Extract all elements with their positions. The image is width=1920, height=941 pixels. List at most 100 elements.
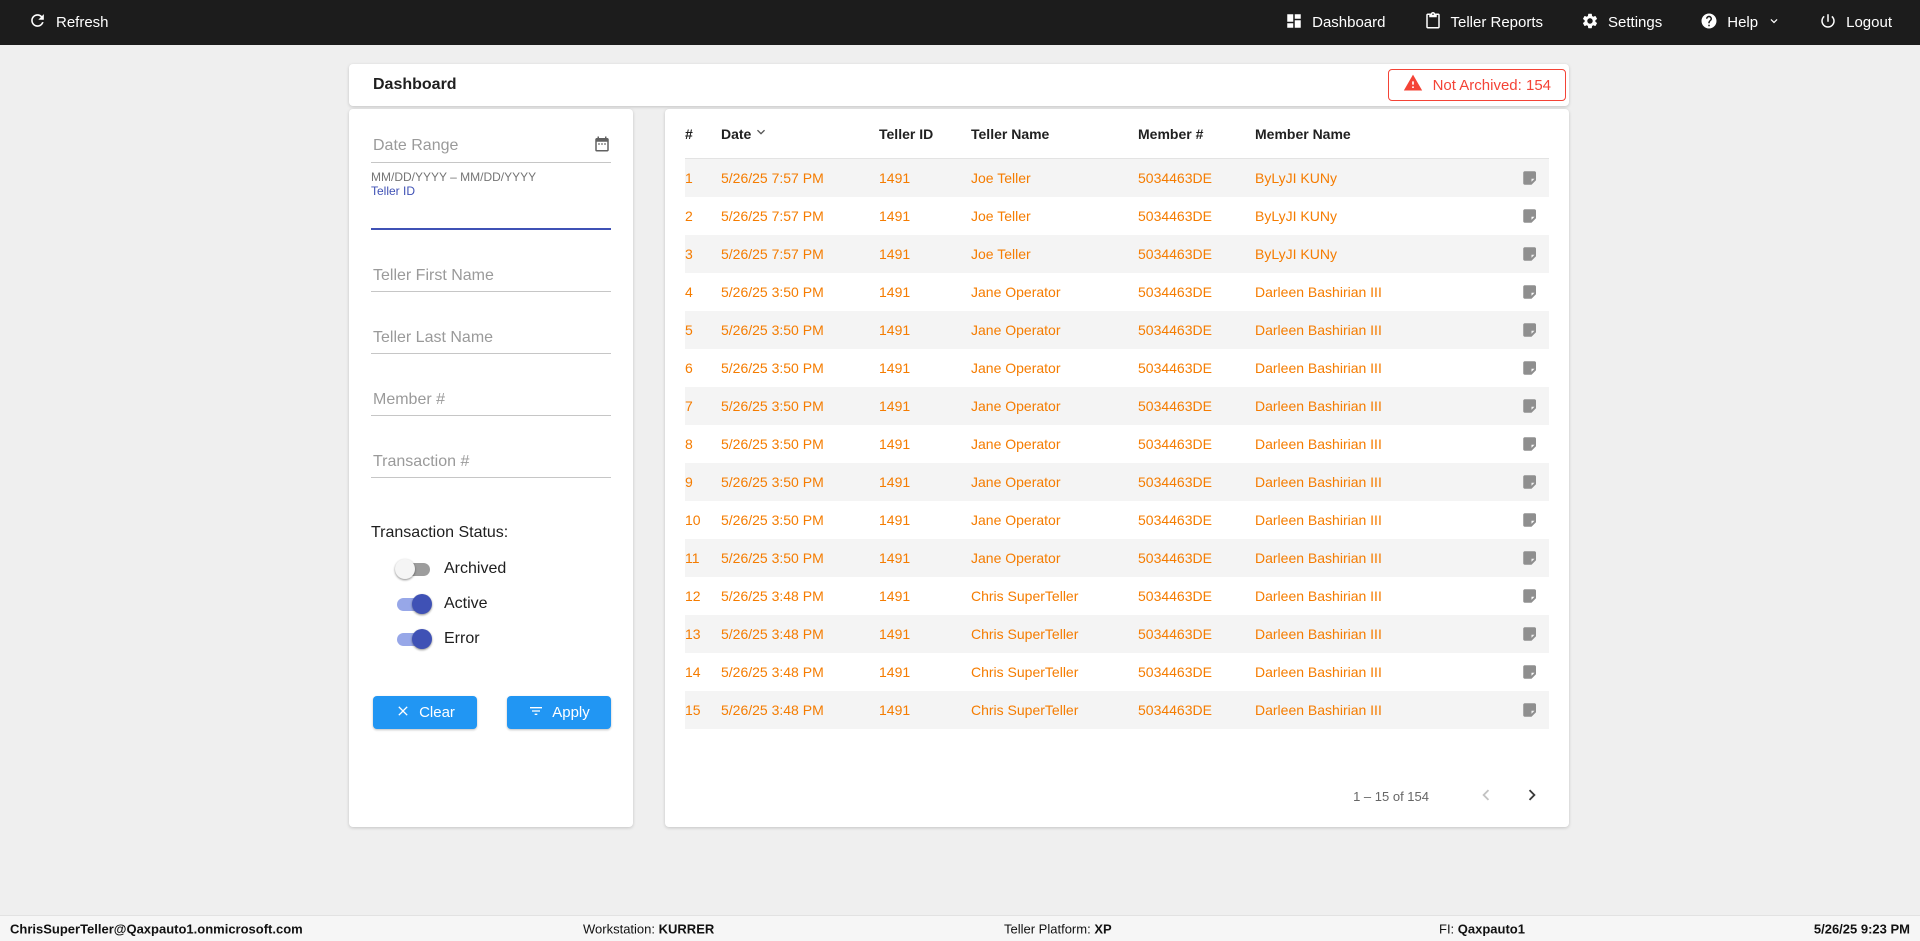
- note-icon[interactable]: [1521, 283, 1549, 301]
- note-icon[interactable]: [1521, 701, 1549, 719]
- teller-id-input[interactable]: [371, 198, 611, 230]
- cell-date: 5/26/25 3:50 PM: [721, 512, 824, 528]
- next-page-button[interactable]: [1517, 780, 1547, 813]
- table-row[interactable]: 12 5/26/25 3:48 PM 1491 Chris SuperTelle…: [685, 577, 1549, 615]
- transactions-table-card: # Date Teller ID Teller Name Member # Me…: [665, 109, 1569, 827]
- cell-member-name: Darleen Bashirian III: [1255, 474, 1382, 490]
- toggle-archived-switch: [395, 559, 432, 579]
- chevron-down-icon: [1767, 14, 1781, 32]
- table-row[interactable]: 15 5/26/25 3:48 PM 1491 Chris SuperTelle…: [685, 691, 1549, 729]
- logged-in-user: ChrisSuperTeller@Qaxpauto1.onmicrosoft.c…: [10, 921, 303, 936]
- teller-platform-label: Teller Platform:: [1004, 921, 1091, 936]
- column-header-teller-id[interactable]: Teller ID: [879, 126, 971, 142]
- main-content: Dashboard Not Archived: 154 MM/DD/YYYY –…: [349, 64, 1569, 827]
- toggle-error-switch: [395, 629, 432, 649]
- nav-logout[interactable]: Logout: [1817, 6, 1894, 40]
- note-icon[interactable]: [1521, 663, 1549, 681]
- date-range-input[interactable]: [371, 135, 593, 156]
- cell-row-number: 12: [685, 588, 701, 604]
- workstation-value: KURRER: [658, 921, 715, 936]
- cell-teller-id: 1491: [879, 550, 911, 566]
- nav-teller-reports[interactable]: Teller Reports: [1422, 6, 1546, 40]
- cell-teller-id: 1491: [879, 512, 911, 528]
- toggle-active[interactable]: Active: [395, 593, 611, 615]
- table-row[interactable]: 13 5/26/25 3:48 PM 1491 Chris SuperTelle…: [685, 615, 1549, 653]
- cell-row-number: 4: [685, 284, 693, 300]
- page-header-card: Dashboard Not Archived: 154: [349, 64, 1569, 106]
- not-archived-label: Not Archived: 154: [1432, 76, 1551, 94]
- note-icon[interactable]: [1521, 549, 1549, 567]
- table-row[interactable]: 9 5/26/25 3:50 PM 1491 Jane Operator 503…: [685, 463, 1549, 501]
- status-bar: ChrisSuperTeller@Qaxpauto1.onmicrosoft.c…: [0, 915, 1920, 941]
- cell-teller-id: 1491: [879, 322, 911, 338]
- cell-date: 5/26/25 3:48 PM: [721, 664, 824, 680]
- cell-teller-id: 1491: [879, 436, 911, 452]
- note-icon[interactable]: [1521, 321, 1549, 339]
- note-icon[interactable]: [1521, 587, 1549, 605]
- table-row[interactable]: 14 5/26/25 3:48 PM 1491 Chris SuperTelle…: [685, 653, 1549, 691]
- note-icon[interactable]: [1521, 245, 1549, 263]
- cell-member-name: Darleen Bashirian III: [1255, 436, 1382, 452]
- filter-actions: Clear Apply: [371, 696, 611, 729]
- cell-row-number: 13: [685, 626, 701, 642]
- table-row[interactable]: 4 5/26/25 3:50 PM 1491 Jane Operator 503…: [685, 273, 1549, 311]
- table-row[interactable]: 11 5/26/25 3:50 PM 1491 Jane Operator 50…: [685, 539, 1549, 577]
- note-icon[interactable]: [1521, 625, 1549, 643]
- cell-member-name: Darleen Bashirian III: [1255, 360, 1382, 376]
- cell-date: 5/26/25 3:50 PM: [721, 398, 824, 414]
- cell-member-number: 5034463DE: [1138, 512, 1212, 528]
- calendar-button[interactable]: [593, 135, 611, 156]
- column-header-teller-name[interactable]: Teller Name: [971, 126, 1138, 142]
- cell-teller-id: 1491: [879, 208, 911, 224]
- refresh-button[interactable]: Refresh: [26, 5, 111, 40]
- member-number-input[interactable]: [371, 384, 611, 416]
- teller-first-name-input[interactable]: [371, 260, 611, 292]
- cell-teller-id: 1491: [879, 474, 911, 490]
- column-header-date[interactable]: Date: [721, 124, 879, 143]
- table-row[interactable]: 1 5/26/25 7:57 PM 1491 Joe Teller 503446…: [685, 159, 1549, 197]
- toggle-error[interactable]: Error: [395, 628, 611, 650]
- clear-button[interactable]: Clear: [373, 696, 477, 729]
- teller-id-label: Teller ID: [371, 184, 416, 198]
- nav-settings[interactable]: Settings: [1579, 6, 1664, 40]
- cell-member-number: 5034463DE: [1138, 322, 1212, 338]
- note-icon[interactable]: [1521, 511, 1549, 529]
- table-row[interactable]: 7 5/26/25 3:50 PM 1491 Jane Operator 503…: [685, 387, 1549, 425]
- note-icon[interactable]: [1521, 359, 1549, 377]
- note-icon[interactable]: [1521, 169, 1549, 187]
- cell-date: 5/26/25 3:50 PM: [721, 322, 824, 338]
- workstation-label: Workstation:: [583, 921, 656, 936]
- fi-info: FI: Qaxpauto1: [1439, 921, 1525, 936]
- power-icon: [1819, 12, 1837, 34]
- table-row[interactable]: 6 5/26/25 3:50 PM 1491 Jane Operator 503…: [685, 349, 1549, 387]
- column-header-member-num[interactable]: Member #: [1138, 126, 1255, 142]
- note-icon[interactable]: [1521, 435, 1549, 453]
- table-body: 1 5/26/25 7:57 PM 1491 Joe Teller 503446…: [685, 159, 1549, 729]
- column-header-member-name[interactable]: Member Name: [1255, 126, 1521, 142]
- previous-page-button[interactable]: [1471, 780, 1501, 813]
- teller-id-field: Teller ID: [371, 184, 611, 230]
- warning-triangle-icon: [1403, 73, 1423, 97]
- table-row[interactable]: 3 5/26/25 7:57 PM 1491 Joe Teller 503446…: [685, 235, 1549, 273]
- nav-dashboard[interactable]: Dashboard: [1283, 6, 1387, 40]
- cell-member-name: Darleen Bashirian III: [1255, 702, 1382, 718]
- cell-member-name: ByLyJI KUNy: [1255, 208, 1337, 224]
- teller-last-name-input[interactable]: [371, 322, 611, 354]
- toggle-archived[interactable]: Archived: [395, 558, 611, 580]
- table-row[interactable]: 10 5/26/25 3:50 PM 1491 Jane Operator 50…: [685, 501, 1549, 539]
- table-row[interactable]: 5 5/26/25 3:50 PM 1491 Jane Operator 503…: [685, 311, 1549, 349]
- nav-logout-label: Logout: [1846, 14, 1892, 31]
- table-row[interactable]: 8 5/26/25 3:50 PM 1491 Jane Operator 503…: [685, 425, 1549, 463]
- fi-value: Qaxpauto1: [1457, 921, 1525, 936]
- apply-button-label: Apply: [552, 704, 590, 721]
- cell-row-number: 8: [685, 436, 693, 452]
- note-icon[interactable]: [1521, 397, 1549, 415]
- table-row[interactable]: 2 5/26/25 7:57 PM 1491 Joe Teller 503446…: [685, 197, 1549, 235]
- nav-help-label: Help: [1727, 14, 1759, 31]
- note-icon[interactable]: [1521, 207, 1549, 225]
- transaction-number-input[interactable]: [371, 446, 611, 478]
- apply-button[interactable]: Apply: [507, 696, 611, 729]
- note-icon[interactable]: [1521, 473, 1549, 491]
- nav-help[interactable]: Help: [1698, 6, 1783, 40]
- date-range-field: [371, 135, 611, 163]
